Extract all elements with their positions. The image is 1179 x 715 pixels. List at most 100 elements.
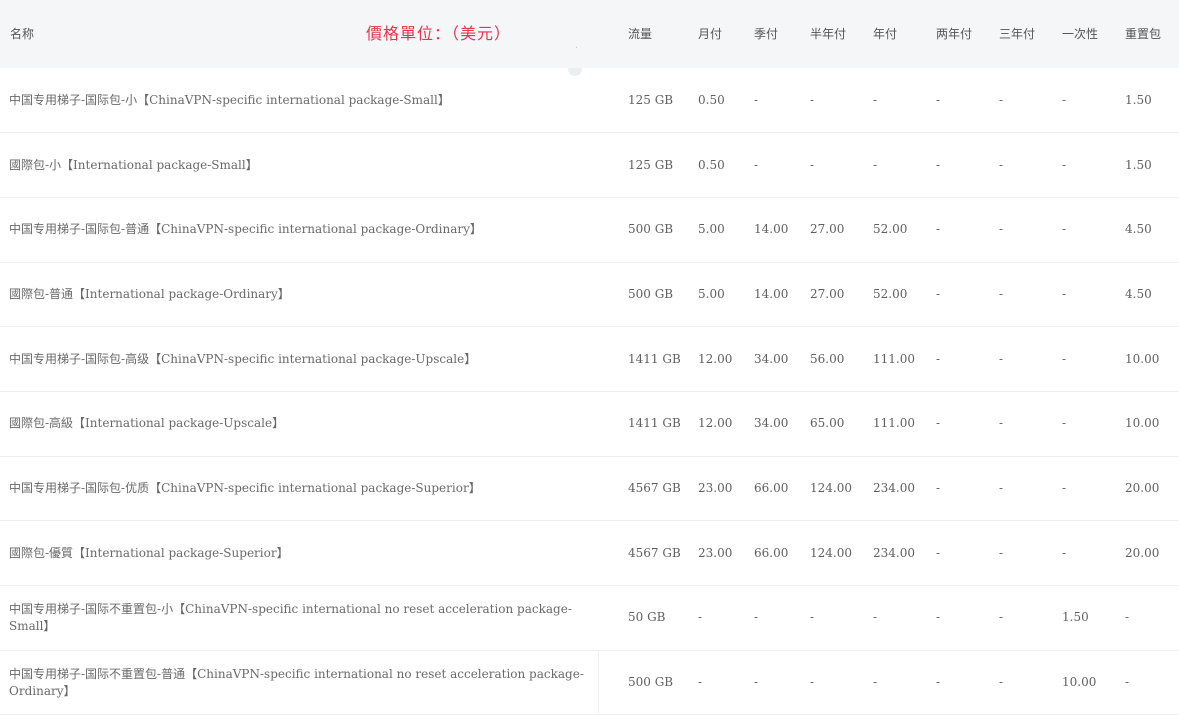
cell-traffic: 4567 GB [614, 520, 688, 586]
cell-yearly: - [863, 585, 926, 651]
cell-yearly: - [863, 132, 926, 198]
cell-two-year: - [926, 132, 989, 198]
column-header-three-year: 三年付 [989, 0, 1052, 68]
cell-three-year: - [989, 262, 1052, 328]
divider [598, 650, 599, 715]
cell-name: 國際包-小【International package-Small】 [0, 132, 614, 198]
column-header-name-label: 名称 [10, 26, 35, 41]
cell-reset-pack: 1.50 [1115, 132, 1179, 198]
cell-traffic: 4567 GB [614, 456, 688, 522]
cell-quarterly: 66.00 [744, 456, 800, 522]
cell-two-year: - [926, 391, 989, 457]
column-header-monthly: 月付 [688, 0, 744, 68]
cell-half-year: 27.00 [800, 262, 863, 328]
cell-yearly: - [863, 68, 926, 134]
cell-quarterly: 14.00 [744, 262, 800, 328]
table-row: 中国专用梯子-国际包-优质【ChinaVPN-specific internat… [0, 456, 1179, 522]
cell-traffic: 500 GB [614, 262, 688, 328]
column-header-yearly: 年付 [863, 0, 926, 68]
column-header-name: 名称 價格單位：（美元） . [0, 0, 614, 68]
cell-reset-pack: 10.00 [1115, 391, 1179, 457]
cell-half-year: 27.00 [800, 197, 863, 263]
cell-quarterly: 66.00 [744, 520, 800, 586]
cell-one-time: - [1052, 132, 1115, 198]
table-header-row: 名称 價格單位：（美元） . 流量 月付 季付 半年付 年付 两年付 三年付 一… [0, 0, 1179, 68]
table-row: 中国专用梯子-国际包-普通【ChinaVPN-specific internat… [0, 197, 1179, 263]
column-header-reset-pack: 重置包 [1115, 0, 1179, 68]
cell-quarterly: 14.00 [744, 197, 800, 263]
cell-monthly: 0.50 [688, 68, 744, 134]
cell-one-time: - [1052, 326, 1115, 392]
cell-half-year: - [800, 68, 863, 134]
cell-three-year: - [989, 68, 1052, 134]
cell-monthly: 5.00 [688, 262, 744, 328]
cell-traffic: 500 GB [614, 197, 688, 263]
cell-name: 國際包-普通【International package-Ordinary】 [0, 262, 614, 328]
column-header-quarterly: 季付 [744, 0, 800, 68]
cell-yearly: 52.00 [863, 262, 926, 328]
cell-traffic: 125 GB [614, 132, 688, 198]
cell-half-year: 65.00 [800, 391, 863, 457]
cell-name: 中国专用梯子-国际包-普通【ChinaVPN-specific internat… [0, 197, 614, 263]
table-row: 中国专用梯子-国际包-高级【ChinaVPN-specific internat… [0, 326, 1179, 392]
cell-reset-pack: 1.50 [1115, 68, 1179, 134]
table-body: 中国专用梯子-国际包-小【ChinaVPN-specific internati… [0, 68, 1179, 715]
cell-reset-pack: - [1115, 585, 1179, 651]
cell-traffic: 50 GB [614, 585, 688, 651]
currency-note: 價格單位：（美元） [366, 24, 512, 43]
cell-reset-pack: 4.50 [1115, 262, 1179, 328]
cell-name: 中国专用梯子-国际包-小【ChinaVPN-specific internati… [0, 68, 614, 134]
cell-half-year: - [800, 585, 863, 651]
pricing-table: 名称 價格單位：（美元） . 流量 月付 季付 半年付 年付 两年付 三年付 一… [0, 0, 1179, 715]
cell-reset-pack: - [1115, 650, 1179, 715]
cell-one-time: 1.50 [1052, 585, 1115, 651]
cell-name: 中国专用梯子-国际包-优质【ChinaVPN-specific internat… [0, 456, 614, 522]
cell-two-year: - [926, 585, 989, 651]
cell-yearly: 111.00 [863, 391, 926, 457]
cell-reset-pack: 10.00 [1115, 326, 1179, 392]
table-row: 國際包-高級【International package-Upscale】 141… [0, 391, 1179, 457]
cell-two-year: - [926, 197, 989, 263]
cell-three-year: - [989, 197, 1052, 263]
table-row: 中国专用梯子-国际包-小【ChinaVPN-specific internati… [0, 68, 1179, 134]
table-row: 國際包-普通【International package-Ordinary】 50… [0, 262, 1179, 328]
cell-quarterly: - [744, 650, 800, 715]
cell-two-year: - [926, 456, 989, 522]
cell-traffic: 500 GB [614, 650, 688, 715]
cell-half-year: 56.00 [800, 326, 863, 392]
cell-three-year: - [989, 326, 1052, 392]
cell-monthly: 23.00 [688, 520, 744, 586]
cell-name: 國際包-優質【International package-Superior】 [0, 520, 614, 586]
cell-three-year: - [989, 456, 1052, 522]
cell-reset-pack: 4.50 [1115, 197, 1179, 263]
column-header-half-year: 半年付 [800, 0, 863, 68]
cell-monthly: 23.00 [688, 456, 744, 522]
cell-one-time: - [1052, 456, 1115, 522]
cell-quarterly: - [744, 132, 800, 198]
cell-monthly: 5.00 [688, 197, 744, 263]
cell-one-time: - [1052, 262, 1115, 328]
cell-one-time: - [1052, 391, 1115, 457]
cell-half-year: 124.00 [800, 520, 863, 586]
cell-yearly: 111.00 [863, 326, 926, 392]
cell-reset-pack: 20.00 [1115, 456, 1179, 522]
cell-three-year: - [989, 391, 1052, 457]
cell-two-year: - [926, 68, 989, 134]
cell-two-year: - [926, 326, 989, 392]
cell-one-time: - [1052, 68, 1115, 134]
cell-quarterly: 34.00 [744, 391, 800, 457]
cell-name: 中国专用梯子-国际包-高级【ChinaVPN-specific internat… [0, 326, 614, 392]
cell-name: 中国专用梯子-国际不重置包-普通【ChinaVPN-specific inter… [0, 650, 614, 715]
cell-yearly: 52.00 [863, 197, 926, 263]
cell-half-year: - [800, 132, 863, 198]
cell-one-time: 10.00 [1052, 650, 1115, 715]
column-header-two-year: 两年付 [926, 0, 989, 68]
cell-quarterly: 34.00 [744, 326, 800, 392]
cell-two-year: - [926, 520, 989, 586]
cell-traffic: 1411 GB [614, 326, 688, 392]
cell-one-time: - [1052, 197, 1115, 263]
cell-half-year: - [800, 650, 863, 715]
cell-name: 中国专用梯子-国际不重置包-小【ChinaVPN-specific intern… [0, 585, 614, 651]
cell-yearly: - [863, 650, 926, 715]
cell-two-year: - [926, 650, 989, 715]
